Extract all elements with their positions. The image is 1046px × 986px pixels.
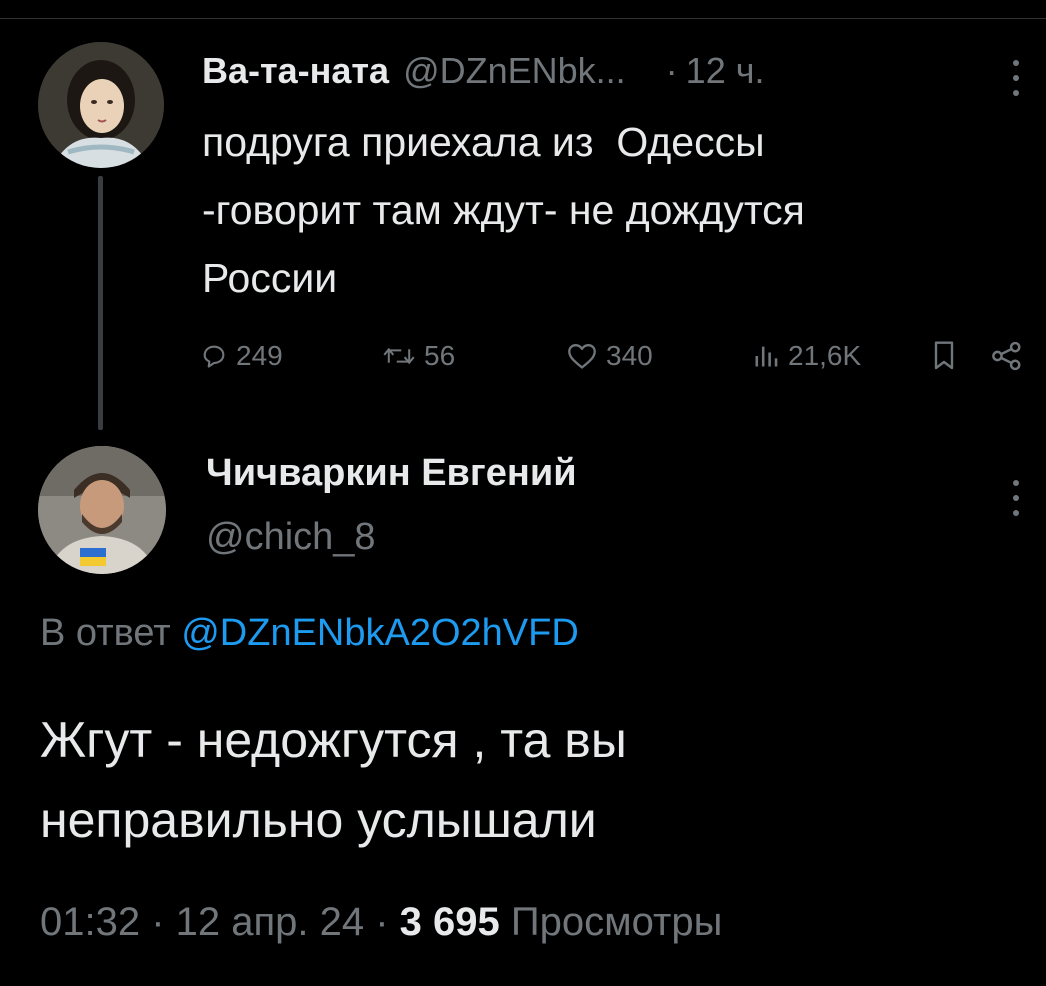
avatar-chichvarkin[interactable] (38, 446, 166, 574)
thread-line (98, 176, 103, 430)
like-button[interactable]: 340 (566, 336, 653, 376)
tweet2-author-handle[interactable]: @chich_8 (206, 516, 376, 559)
reply-context: В ответ @DZnENbkA2O2hVFD (40, 612, 579, 655)
reply-icon (203, 345, 225, 368)
tweet2-timestamp[interactable]: 01:32 · 12 апр. 24 · (40, 900, 400, 944)
share-icon (992, 341, 1021, 371)
profile-photo (38, 446, 166, 574)
tweet2-more-button[interactable] (1006, 478, 1026, 518)
tweet2-views-count: 3 695 (399, 900, 500, 944)
tweet2-meta: 01:32 · 12 апр. 24 · 3 695 Просмотры (40, 900, 722, 945)
share-button[interactable] (990, 336, 1032, 376)
views-count: 21,6K (788, 340, 862, 371)
views-icon (755, 346, 778, 367)
reply-prefix: В ответ (40, 612, 171, 654)
reply-mention-link[interactable]: @DZnENbkA2O2hVFD (181, 612, 579, 654)
tweet1-author-name[interactable]: Ва-та-ната (202, 50, 389, 92)
top-divider (0, 18, 1046, 19)
views-button[interactable]: 21,6K (752, 336, 861, 376)
avatar-vatanata[interactable] (38, 42, 164, 168)
tweet1-text: подруга приехала из Одессы -говорит там … (202, 119, 805, 301)
tweet2-text: Жгут - недожгутся , та вы неправильно ус… (40, 712, 627, 848)
like-icon (568, 344, 596, 369)
tweet1-header: Ва-та-ната @DZnENbk... · 12 ч. (202, 50, 764, 98)
retweet-icon (383, 348, 415, 364)
tweet2-views-label: Просмотры (499, 900, 723, 944)
reply-button[interactable]: 249 (200, 336, 283, 376)
bookmark-icon (934, 341, 954, 370)
retweet-count: 56 (424, 340, 456, 371)
retweet-button[interactable]: 56 (382, 336, 455, 376)
like-count: 340 (606, 340, 653, 371)
tweet1-timestamp[interactable]: 12 ч. (686, 50, 765, 92)
tweet1-separator: · (665, 50, 678, 91)
tweet1-more-button[interactable] (1006, 58, 1026, 98)
bookmark-button[interactable] (930, 336, 966, 376)
portrait-image (38, 42, 164, 168)
reply-count: 249 (236, 340, 283, 371)
tweet2-author-name[interactable]: Чичваркин Евгений (206, 452, 577, 495)
tweet1-author-handle[interactable]: @DZnENbk... (403, 50, 626, 92)
